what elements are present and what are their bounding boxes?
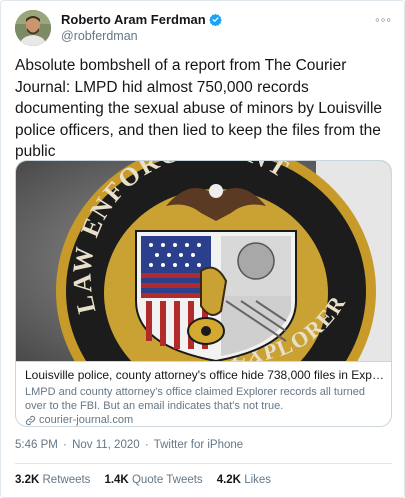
link-icon (25, 415, 36, 425)
tweet-container: Roberto Aram Ferdman @robferdman ◦◦◦ Abs… (0, 0, 405, 498)
verified-badge-icon (208, 13, 222, 26)
card-description: LMPD and county attorney's office claime… (25, 386, 366, 412)
quote-tweets-label: Quote Tweets (131, 474, 203, 486)
likes-count: 4.2K (216, 474, 241, 486)
retweets-count: 3.2K (15, 474, 40, 486)
tweet-text: Absolute bombshell of a report from The … (15, 57, 383, 160)
tweet-stats: 3.2K Retweets 1.4K Quote Tweets 4.2K Lik… (15, 474, 271, 486)
tweet-client[interactable]: Twitter for iPhone (154, 439, 243, 451)
card-domain: courier-journal.com (39, 414, 134, 426)
link-card[interactable]: LAW ENFORCEMENT EXPLORER (15, 160, 392, 427)
more-options-icon[interactable]: ◦◦◦ (375, 12, 392, 27)
tweet-header: Roberto Aram Ferdman @robferdman ◦◦◦ (15, 10, 394, 46)
likes-label: Likes (244, 474, 272, 486)
author-handle[interactable]: @robferdman (61, 29, 222, 43)
divider (15, 463, 392, 464)
avatar[interactable] (15, 10, 51, 46)
avatar-photo-icon (15, 10, 51, 46)
retweets-stat[interactable]: 3.2K Retweets (15, 474, 90, 486)
tweet-date[interactable]: Nov 11, 2020 (72, 439, 140, 451)
display-name-row: Roberto Aram Ferdman (61, 12, 222, 27)
meta-separator: · (144, 439, 149, 451)
card-title[interactable]: Louisville police, county attorney's off… (25, 368, 384, 383)
tweet-time[interactable]: 5:46 PM (15, 439, 58, 451)
card-domain-row: courier-journal.com (25, 414, 384, 426)
law-enforcement-patch-image: LAW ENFORCEMENT EXPLORER (16, 161, 391, 361)
author-names: Roberto Aram Ferdman @robferdman (61, 12, 222, 43)
display-name[interactable]: Roberto Aram Ferdman (61, 12, 206, 27)
retweets-label: Retweets (42, 474, 91, 486)
likes-stat[interactable]: 4.2K Likes (217, 474, 271, 486)
quote-tweets-stat[interactable]: 1.4K Quote Tweets (104, 474, 202, 486)
tweet-meta: 5:46 PM · Nov 11, 2020 · Twitter for iPh… (15, 439, 245, 451)
card-body[interactable]: Louisville police, county attorney's off… (16, 361, 391, 426)
quote-tweets-count: 1.4K (104, 474, 129, 486)
card-image[interactable]: LAW ENFORCEMENT EXPLORER (16, 161, 391, 361)
meta-separator: · (63, 439, 67, 451)
